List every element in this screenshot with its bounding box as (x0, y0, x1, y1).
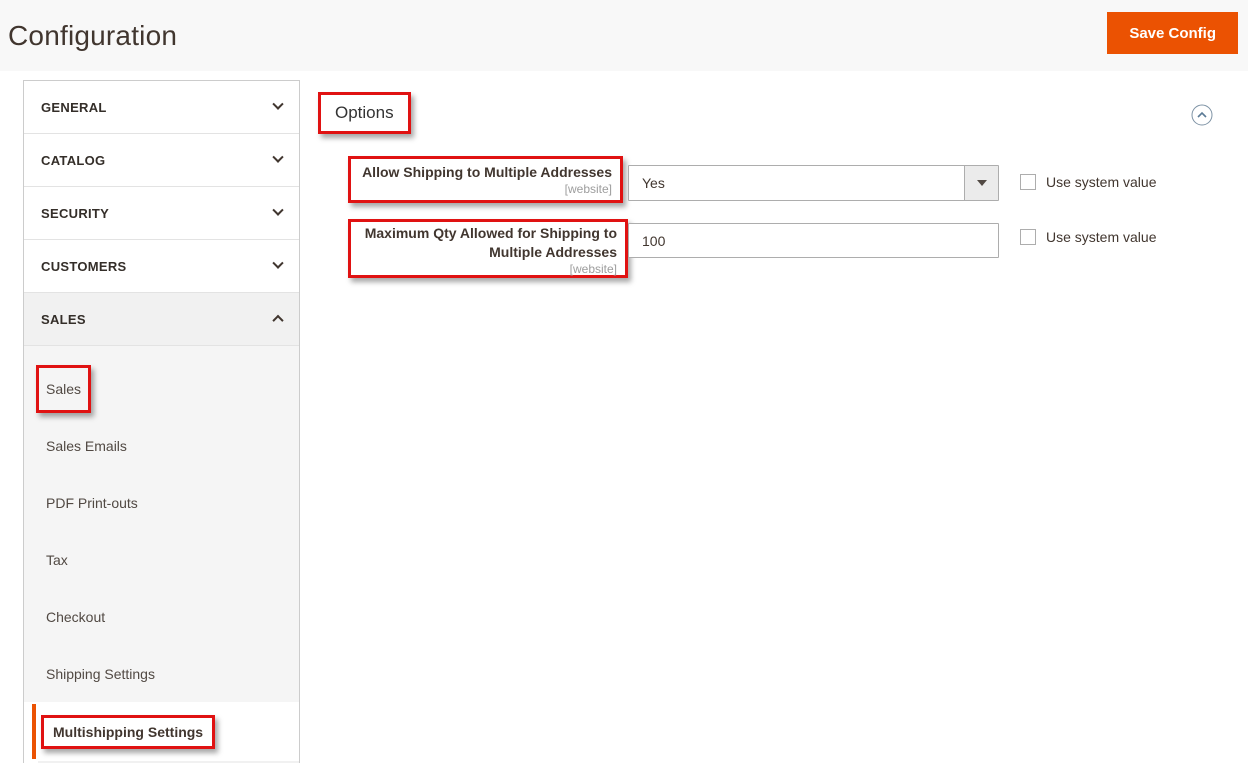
field-label-maximum-qty: Maximum Qty Allowed for Shipping to Mult… (348, 219, 628, 278)
active-item-indicator (32, 704, 36, 759)
config-sidebar: GENERAL CATALOG SECURITY CUSTOMERS SALES… (23, 80, 300, 763)
sidebar-item-multishipping-settings[interactable]: Multishipping Settings (24, 702, 299, 761)
sidebar-item-shipping-settings[interactable]: Shipping Settings (24, 645, 299, 702)
sidebar-item-checkout[interactable]: Checkout (24, 588, 299, 645)
field-label-allow-shipping: Allow Shipping to Multiple Addresses [we… (348, 156, 623, 203)
section-title-options: Options (318, 92, 411, 134)
chevron-up-icon (272, 315, 283, 326)
page-title: Configuration (8, 20, 177, 52)
sidebar-item-pdf-print-outs[interactable]: PDF Print-outs (24, 474, 299, 531)
caret-down-icon (977, 180, 987, 186)
sales-subitems: Sales Sales Emails PDF Print-outs Tax Ch… (24, 346, 299, 702)
save-config-button[interactable]: Save Config (1107, 12, 1238, 54)
select-arrow-button[interactable] (964, 166, 998, 200)
use-system-value-row-1: Use system value (1020, 174, 1156, 190)
sidebar-section-customers[interactable]: CUSTOMERS (24, 240, 299, 293)
maximum-qty-input[interactable] (628, 223, 999, 258)
sidebar-item-tax[interactable]: Tax (24, 531, 299, 588)
configuration-page: Configuration Save Config GENERAL CATALO… (0, 0, 1248, 763)
sidebar-item-sales-emails[interactable]: Sales Emails (24, 417, 299, 474)
scope-label: [website] (359, 262, 617, 277)
scope-label: [website] (359, 182, 612, 197)
sidebar-section-catalog[interactable]: CATALOG (24, 134, 299, 187)
sidebar-item-sales[interactable]: Sales (24, 360, 299, 417)
chevron-down-icon (272, 152, 283, 163)
allow-shipping-select[interactable]: Yes (628, 165, 999, 201)
chevron-down-icon (272, 258, 283, 269)
annotation-box-multishipping: Multishipping Settings (41, 715, 215, 749)
sidebar-section-security[interactable]: SECURITY (24, 187, 299, 240)
sidebar-section-sales[interactable]: SALES (24, 293, 299, 346)
use-system-value-checkbox-1[interactable] (1020, 174, 1036, 190)
use-system-value-row-2: Use system value (1020, 229, 1156, 245)
sidebar-section-general[interactable]: GENERAL (24, 81, 299, 134)
page-header: Configuration Save Config (0, 0, 1248, 71)
use-system-value-checkbox-2[interactable] (1020, 229, 1036, 245)
chevron-down-icon (272, 205, 283, 216)
collapse-section-icon[interactable] (1191, 104, 1213, 126)
chevron-down-icon (272, 99, 283, 110)
annotation-box-sales: Sales (36, 365, 91, 413)
